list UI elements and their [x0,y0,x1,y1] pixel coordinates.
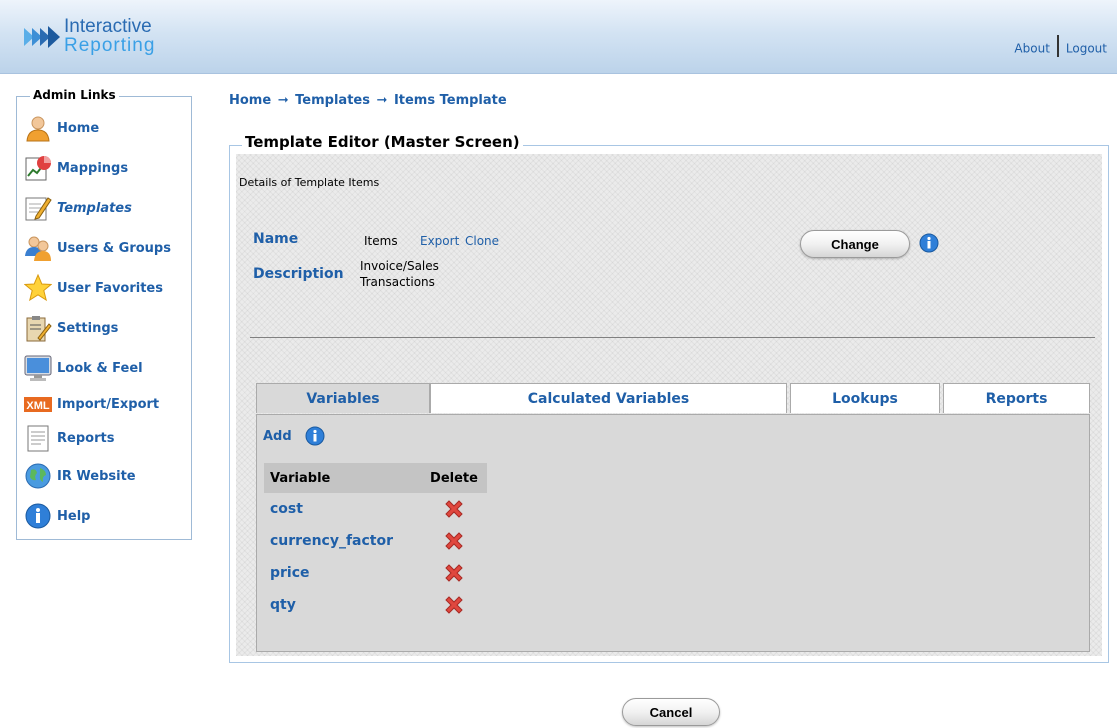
admin-links-title: Admin Links [30,88,119,102]
tab-reports[interactable]: Reports [943,383,1090,413]
document-icon [23,423,53,453]
sidebar-item-user-favorites[interactable]: User Favorites [23,271,191,305]
variable-link[interactable]: price [264,557,421,589]
logo-text-line2: Reporting [64,35,156,56]
table-row: price [264,557,487,589]
info-icon[interactable] [919,233,939,253]
globe-icon [23,461,53,491]
description-value: Invoice/Sales Transactions [360,259,439,289]
delete-cell [421,493,487,525]
clone-link[interactable]: Clone [465,234,499,248]
export-link[interactable]: Export [420,234,459,248]
template-editor-panel: Template Editor (Master Screen) Details … [229,133,1109,663]
user-icon [23,113,53,143]
sidebar-item-label: User Favorites [57,280,163,296]
variable-link[interactable]: currency_factor [264,525,421,557]
breadcrumb-current: Items Template [393,93,507,108]
delete-icon[interactable] [442,497,466,521]
delete-icon[interactable] [442,593,466,617]
variable-link[interactable]: qty [264,589,421,621]
svg-text:XML: XML [26,400,50,412]
tab-calculated-variables[interactable]: Calculated Variables [430,383,787,413]
admin-links-panel: Admin Links Home Mappings Templates User… [16,88,192,540]
logo-arrows-icon [24,26,60,48]
sidebar-item-label: Settings [57,320,119,336]
name-value: Items [364,234,398,248]
sidebar-item-reports[interactable]: Reports [23,421,191,455]
sidebar-item-label: Reports [57,430,115,446]
top-links: About Logout [1014,35,1107,60]
sidebar-item-label: Help [57,508,91,524]
breadcrumb-arrow-icon: ➞ [376,93,388,108]
delete-cell [421,525,487,557]
breadcrumb-home[interactable]: Home [229,93,271,108]
column-header-delete: Delete [421,463,487,493]
sidebar-item-home[interactable]: Home [23,111,191,145]
sidebar-item-templates[interactable]: Templates [23,191,191,225]
breadcrumb: Home ➞ Templates ➞ Items Template [229,93,507,108]
change-button[interactable]: Change [800,230,910,258]
table-row: cost [264,493,487,525]
sidebar-item-label: Look & Feel [57,360,143,376]
breadcrumb-templates[interactable]: Templates [295,93,370,108]
breadcrumb-arrow-icon: ➞ [277,93,289,108]
header-bar: Interactive Reporting About Logout [0,0,1117,74]
tab-variables[interactable]: Variables [256,383,430,413]
chart-icon [23,153,53,183]
info-icon [23,501,53,531]
link-separator [1056,35,1059,57]
sidebar-item-users-groups[interactable]: Users & Groups [23,231,191,265]
edit-icon [23,193,53,223]
logo-text-line1: Interactive [64,16,152,37]
star-icon [23,273,53,303]
tab-lookups[interactable]: Lookups [790,383,940,413]
delete-cell [421,557,487,589]
details-caption: Details of Template Items [239,176,380,189]
sidebar-item-label: Import/Export [57,396,160,412]
sidebar-item-label: Home [57,120,100,136]
sidebar-item-import-export[interactable]: XML Import/Export [23,387,191,421]
column-header-variable: Variable [264,463,421,493]
table-row: qty [264,589,487,621]
about-link[interactable]: About [1014,42,1049,56]
xml-icon: XML [23,389,53,419]
clipboard-icon [23,313,53,343]
logout-link[interactable]: Logout [1066,42,1107,56]
sidebar-item-label: Templates [57,200,132,216]
cancel-button[interactable]: Cancel [622,698,720,726]
add-variable-link[interactable]: Add [263,429,292,444]
sidebar-item-settings[interactable]: Settings [23,311,191,345]
sidebar-item-label: IR Website [57,468,136,484]
delete-cell [421,589,487,621]
sidebar-item-mappings[interactable]: Mappings [23,151,191,185]
sidebar-item-ir-website[interactable]: IR Website [23,459,191,493]
table-row: currency_factor [264,525,487,557]
sidebar-item-look-feel[interactable]: Look & Feel [23,351,191,385]
divider [250,337,1095,338]
delete-icon[interactable] [442,529,466,553]
sidebar-item-help[interactable]: Help [23,499,191,533]
page-title: Template Editor (Master Screen) [242,133,523,151]
tab-bar: Variables Calculated Variables Lookups R… [256,383,1090,414]
variables-table: Variable Delete cost currency_factor pri… [264,463,487,621]
sidebar-item-label: Mappings [57,160,129,176]
sidebar-item-label: Users & Groups [57,240,171,256]
users-icon [23,233,53,263]
table-header-row: Variable Delete [264,463,487,493]
variable-link[interactable]: cost [264,493,421,525]
monitor-icon [23,353,53,383]
delete-icon[interactable] [442,561,466,585]
editor-content: Details of Template Items Name Items Exp… [236,154,1102,656]
name-label: Name [253,231,299,247]
info-icon[interactable] [305,426,325,446]
description-label: Description [253,266,344,282]
variables-panel: Add Variable Delete cost currency_factor… [256,414,1090,652]
